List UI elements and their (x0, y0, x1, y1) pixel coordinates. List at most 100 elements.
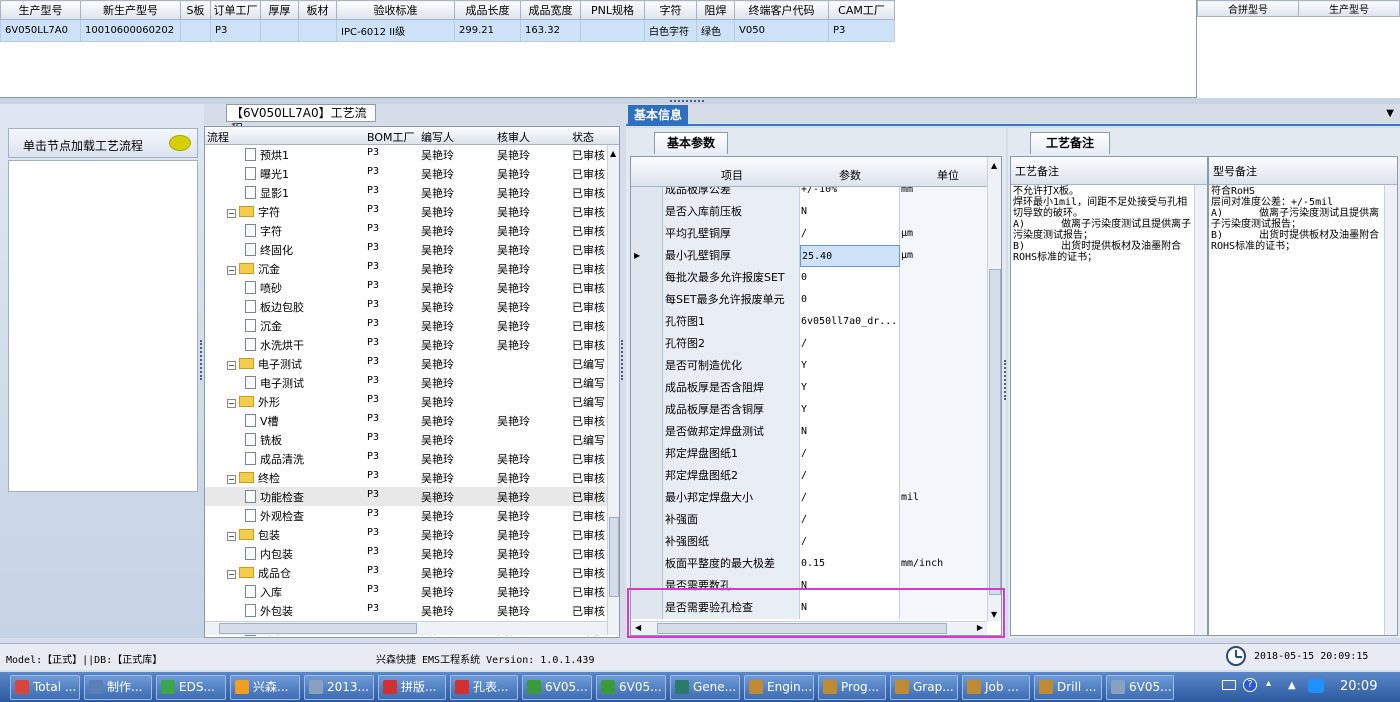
tree-vertical-scrollbar[interactable]: ▲ ▼ (607, 145, 619, 637)
param-row[interactable]: 成品板厚公差 +/-10% mm (631, 187, 987, 201)
row-selector[interactable] (631, 267, 663, 289)
order-table-row[interactable]: 6V050LL7A0 10010600060202 P3 IPC-6012 II级 29… (0, 19, 895, 42)
item-column-header[interactable]: 项目 (721, 167, 743, 183)
order-cell[interactable]: P3 (210, 19, 261, 42)
tab-dropdown-icon[interactable]: ▼ (1386, 108, 1394, 119)
params-grid[interactable]: 项目 参数 单位 成品板厚公差 +/-10% mm 是否入库前压板 N 平均孔壁铜厚 / μm… (630, 156, 1002, 636)
tree-node[interactable]: 成品清洗 P3 吴艳玲 吴艳玲 已审核 (205, 449, 607, 468)
tree-node[interactable]: − 字符 P3 吴艳玲 吴艳玲 已审核 (205, 202, 607, 221)
tree-node[interactable]: 内包装 P3 吴艳玲 吴艳玲 已审核 (205, 544, 607, 563)
taskbar-item[interactable]: Drill ... (1034, 675, 1102, 700)
tree-node[interactable]: − 电子测试 P3 吴艳玲 已编写 (205, 354, 607, 373)
tree-node[interactable]: 功能检查 P3 吴艳玲 吴艳玲 已审核 (205, 487, 607, 506)
collapse-icon[interactable]: − (227, 475, 236, 484)
node-list-box[interactable] (8, 160, 198, 492)
tree-node[interactable]: 曝光1 P3 吴艳玲 吴艳玲 已审核 (205, 164, 607, 183)
param-row[interactable]: 孔符图1 6v050ll7a0_dr... (631, 311, 987, 333)
tree-node[interactable]: − 外形 P3 吴艳玲 已编写 (205, 392, 607, 411)
tree-horizontal-scrollbar[interactable] (205, 621, 607, 635)
collapse-icon[interactable]: − (227, 266, 236, 275)
param-value[interactable]: Y (800, 377, 900, 399)
param-row[interactable]: 是否可制造优化 Y (631, 355, 987, 377)
taskbar-item[interactable]: 6V05... (1106, 675, 1174, 700)
collapse-icon[interactable]: − (227, 532, 236, 541)
model-remarks-scrollbar[interactable] (1384, 185, 1397, 635)
process-remarks-box[interactable]: 工艺备注 不允许打X板。 焊环最小1mil，间距不足处接受与孔相切导致的破环。 … (1010, 156, 1208, 636)
param-row[interactable]: 邦定焊盘图纸1/ (631, 443, 987, 465)
row-selector[interactable] (631, 465, 663, 487)
tab-basic-params[interactable]: 基本参数 (654, 132, 728, 154)
order-cell[interactable] (298, 19, 337, 42)
order-column-header[interactable]: 验收标准 (336, 0, 455, 20)
taskbar-item[interactable]: 拼版... (378, 675, 446, 700)
taskbar-item[interactable]: 制作... (84, 675, 152, 700)
params-vertical-scrollbar[interactable]: ▲ ▼ (987, 157, 1001, 621)
tree-node[interactable]: 字符 P3 吴艳玲 吴艳玲 已审核 (205, 221, 607, 240)
row-selector[interactable] (631, 311, 663, 333)
param-value[interactable]: Y (800, 399, 900, 421)
row-selector[interactable] (631, 443, 663, 465)
row-selector[interactable] (631, 553, 663, 575)
param-value[interactable]: 0 (800, 267, 900, 289)
tree-node[interactable]: 显影1 P3 吴艳玲 吴艳玲 已审核 (205, 183, 607, 202)
reviewer-column-header[interactable]: 核审人 (497, 129, 530, 145)
tree-node[interactable]: 外包装 P3 吴艳玲 吴艳玲 已审核 (205, 601, 607, 620)
tray-expand-icon[interactable]: ▴ (1266, 678, 1271, 689)
param-value[interactable]: / (800, 443, 900, 465)
order-column-header[interactable]: 阻焊 (696, 0, 735, 20)
status-column-header[interactable]: 状态 (572, 129, 594, 145)
param-row[interactable]: 补强面 / (631, 509, 987, 531)
param-row[interactable]: 成品板厚是否含铜厚 Y (631, 399, 987, 421)
collapse-icon[interactable]: − (227, 209, 236, 218)
param-row[interactable]: 成品板厚是否含阻焊 Y (631, 377, 987, 399)
order-cell[interactable]: 163.32 (520, 19, 581, 42)
order-cell[interactable] (260, 19, 299, 42)
left-splitter[interactable] (200, 340, 203, 380)
tree-node[interactable]: 入库 P3 吴艳玲 吴艳玲 已审核 (205, 582, 607, 601)
bom-column-header[interactable]: BOM工厂 (367, 129, 415, 145)
param-value[interactable]: / (800, 509, 900, 531)
order-column-header[interactable]: 字符 (644, 0, 697, 20)
taskbar-item[interactable]: 孔表... (450, 675, 518, 700)
param-value[interactable]: Y (800, 355, 900, 377)
writer-column-header[interactable]: 编写人 (421, 129, 454, 145)
tree-node[interactable]: 终固化 P3 吴艳玲 吴艳玲 已审核 (205, 240, 607, 259)
param-row[interactable]: 板面平整度的最大极差 0.15 mm/inch (631, 553, 987, 575)
param-row[interactable]: 孔符图2/ (631, 333, 987, 355)
row-selector[interactable] (631, 487, 663, 509)
order-cell[interactable]: P3 (828, 19, 895, 42)
row-selector[interactable] (631, 187, 663, 201)
param-value[interactable]: 6v050ll7a0_dr... (800, 311, 900, 333)
order-column-header[interactable]: 成品长度 (454, 0, 521, 20)
param-row[interactable]: 补强图纸 / (631, 531, 987, 553)
order-column-header[interactable]: 订单工厂 (210, 0, 261, 20)
order-column-header[interactable]: 终端客户代码 (734, 0, 829, 20)
tree-node[interactable]: − 包装 P3 吴艳玲 吴艳玲 已审核 (205, 525, 607, 544)
tree-node[interactable]: 铣板 P3 吴艳玲 已编写 (205, 430, 607, 449)
row-selector[interactable] (631, 355, 663, 377)
help-icon[interactable]: ? (1243, 678, 1257, 692)
param-row[interactable]: 平均孔壁铜厚 / μm (631, 223, 987, 245)
order-column-header[interactable]: 成品宽度 (520, 0, 581, 20)
param-row[interactable]: 邦定焊盘图纸2/ (631, 465, 987, 487)
keyboard-icon[interactable] (1222, 680, 1236, 690)
row-selector[interactable] (631, 289, 663, 311)
show-hidden-icons[interactable]: ▲ (1288, 680, 1296, 691)
tree-node[interactable]: − 成品仓 P3 吴艳玲 吴艳玲 已审核 (205, 563, 607, 582)
tree-node[interactable]: − 沉金 P3 吴艳玲 吴艳玲 已审核 (205, 259, 607, 278)
taskbar-item[interactable]: 兴森... (230, 675, 300, 700)
param-value[interactable]: 25.40 (800, 245, 900, 267)
order-cell[interactable]: V050 (734, 19, 829, 42)
param-value[interactable]: / (800, 465, 900, 487)
order-cell[interactable]: 白色字符 (644, 19, 697, 42)
order-column-header[interactable]: 生产型号 (0, 0, 81, 20)
order-cell[interactable] (180, 19, 211, 42)
tree-node[interactable]: 电子测试 P3 吴艳玲 已编写 (205, 373, 607, 392)
row-selector[interactable] (631, 509, 663, 531)
row-selector[interactable] (631, 399, 663, 421)
row-selector[interactable]: ▶ (631, 245, 663, 267)
order-cell[interactable]: 10010600060202 (80, 19, 181, 42)
process-remarks-text[interactable]: 不允许打X板。 焊环最小1mil，间距不足处接受与孔相切导致的破环。 A) 做离… (1013, 186, 1193, 263)
order-cell[interactable]: 6V050LL7A0 (0, 19, 81, 42)
order-cell[interactable]: 绿色 (696, 19, 735, 42)
